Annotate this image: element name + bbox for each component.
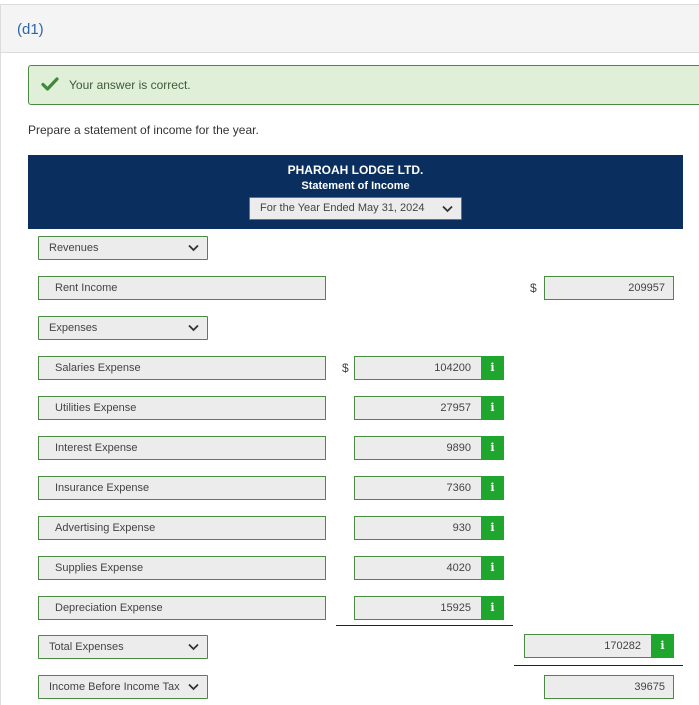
info-icon[interactable]: i xyxy=(651,634,674,658)
info-icon[interactable]: i xyxy=(481,436,504,460)
income-before-tax-label: Income Before Income Tax xyxy=(49,681,180,693)
expense-item-amount: 7360 xyxy=(446,482,471,494)
expense-item-amount-input[interactable]: 104200 i xyxy=(354,356,504,380)
expense-item-label-input[interactable]: Supplies Expense xyxy=(38,556,326,580)
expense-item-amount: 4020 xyxy=(446,562,471,574)
company-name: PHAROAH LODGE LTD. xyxy=(287,163,424,177)
check-icon xyxy=(41,77,59,91)
revenue-item-label-input[interactable]: Rent Income xyxy=(38,276,326,300)
expense-item-label-input[interactable]: Interest Expense xyxy=(38,436,326,460)
expense-item-label-input[interactable]: Insurance Expense xyxy=(38,476,326,500)
expense-item-label-input[interactable]: Advertising Expense xyxy=(38,516,326,540)
period-select-value: For the Year Ended May 31, 2024 xyxy=(260,202,425,214)
chevron-down-icon xyxy=(188,244,199,252)
total-rule xyxy=(514,665,683,666)
expense-item-amount: 104200 xyxy=(434,362,471,374)
statement-title: Statement of Income xyxy=(301,180,410,192)
expense-item-amount: 9890 xyxy=(446,442,471,454)
info-icon[interactable]: i xyxy=(481,476,504,500)
total-expenses-amount: 170282 xyxy=(604,640,641,652)
info-icon[interactable]: i xyxy=(481,556,504,580)
expense-item-label-input[interactable]: Salaries Expense xyxy=(38,356,326,380)
dollar-sign: $ xyxy=(530,281,537,295)
revenues-heading-value: Revenues xyxy=(49,242,99,254)
expense-item-amount-input[interactable]: 27957 i xyxy=(354,396,504,420)
expenses-heading-select[interactable]: Expenses xyxy=(38,316,208,340)
feedback-alert: Your answer is correct. xyxy=(28,65,699,105)
revenue-item-amount-input[interactable]: 209957 xyxy=(544,276,674,300)
chevron-down-icon xyxy=(442,205,453,213)
income-before-tax-select[interactable]: Income Before Income Tax xyxy=(38,675,208,699)
dollar-sign: $ xyxy=(342,361,349,375)
expense-item-amount-input[interactable]: 15925 i xyxy=(354,596,504,620)
total-expenses-amount-input[interactable]: 170282 i xyxy=(524,634,674,658)
question-prompt: Prepare a statement of income for the ye… xyxy=(28,123,259,137)
expense-item-amount-input[interactable]: 7360 i xyxy=(354,476,504,500)
info-icon[interactable]: i xyxy=(481,596,504,620)
chevron-down-icon xyxy=(188,643,199,651)
content-border xyxy=(0,53,1,705)
expense-item-amount: 930 xyxy=(452,522,471,534)
income-before-tax-amount-input[interactable]: 39675 xyxy=(544,675,674,699)
period-select[interactable]: For the Year Ended May 31, 2024 xyxy=(249,197,462,220)
total-expenses-select[interactable]: Total Expenses xyxy=(38,635,208,659)
part-header: (d1) xyxy=(0,4,699,53)
chevron-down-icon xyxy=(188,683,199,691)
statement-header: PHAROAH LODGE LTD. Statement of Income F… xyxy=(28,155,683,229)
info-icon[interactable]: i xyxy=(481,396,504,420)
feedback-message: Your answer is correct. xyxy=(69,78,191,92)
chevron-down-icon xyxy=(188,324,199,332)
expense-item-amount-input[interactable]: 930 i xyxy=(354,516,504,540)
expense-item-amount-input[interactable]: 9890 i xyxy=(354,436,504,460)
expense-item-amount: 27957 xyxy=(440,402,471,414)
part-label: (d1) xyxy=(17,21,44,38)
info-icon[interactable]: i xyxy=(481,516,504,540)
total-expenses-label: Total Expenses xyxy=(49,641,124,653)
expense-item-label-input[interactable]: Depreciation Expense xyxy=(38,596,326,620)
expenses-heading-value: Expenses xyxy=(49,322,98,334)
subtotal-rule xyxy=(336,625,513,626)
revenues-heading-select[interactable]: Revenues xyxy=(38,236,208,260)
info-icon[interactable]: i xyxy=(481,356,504,380)
expense-item-amount-input[interactable]: 4020 i xyxy=(354,556,504,580)
expense-item-amount: 15925 xyxy=(440,602,471,614)
expense-item-label-input[interactable]: Utilities Expense xyxy=(38,396,326,420)
